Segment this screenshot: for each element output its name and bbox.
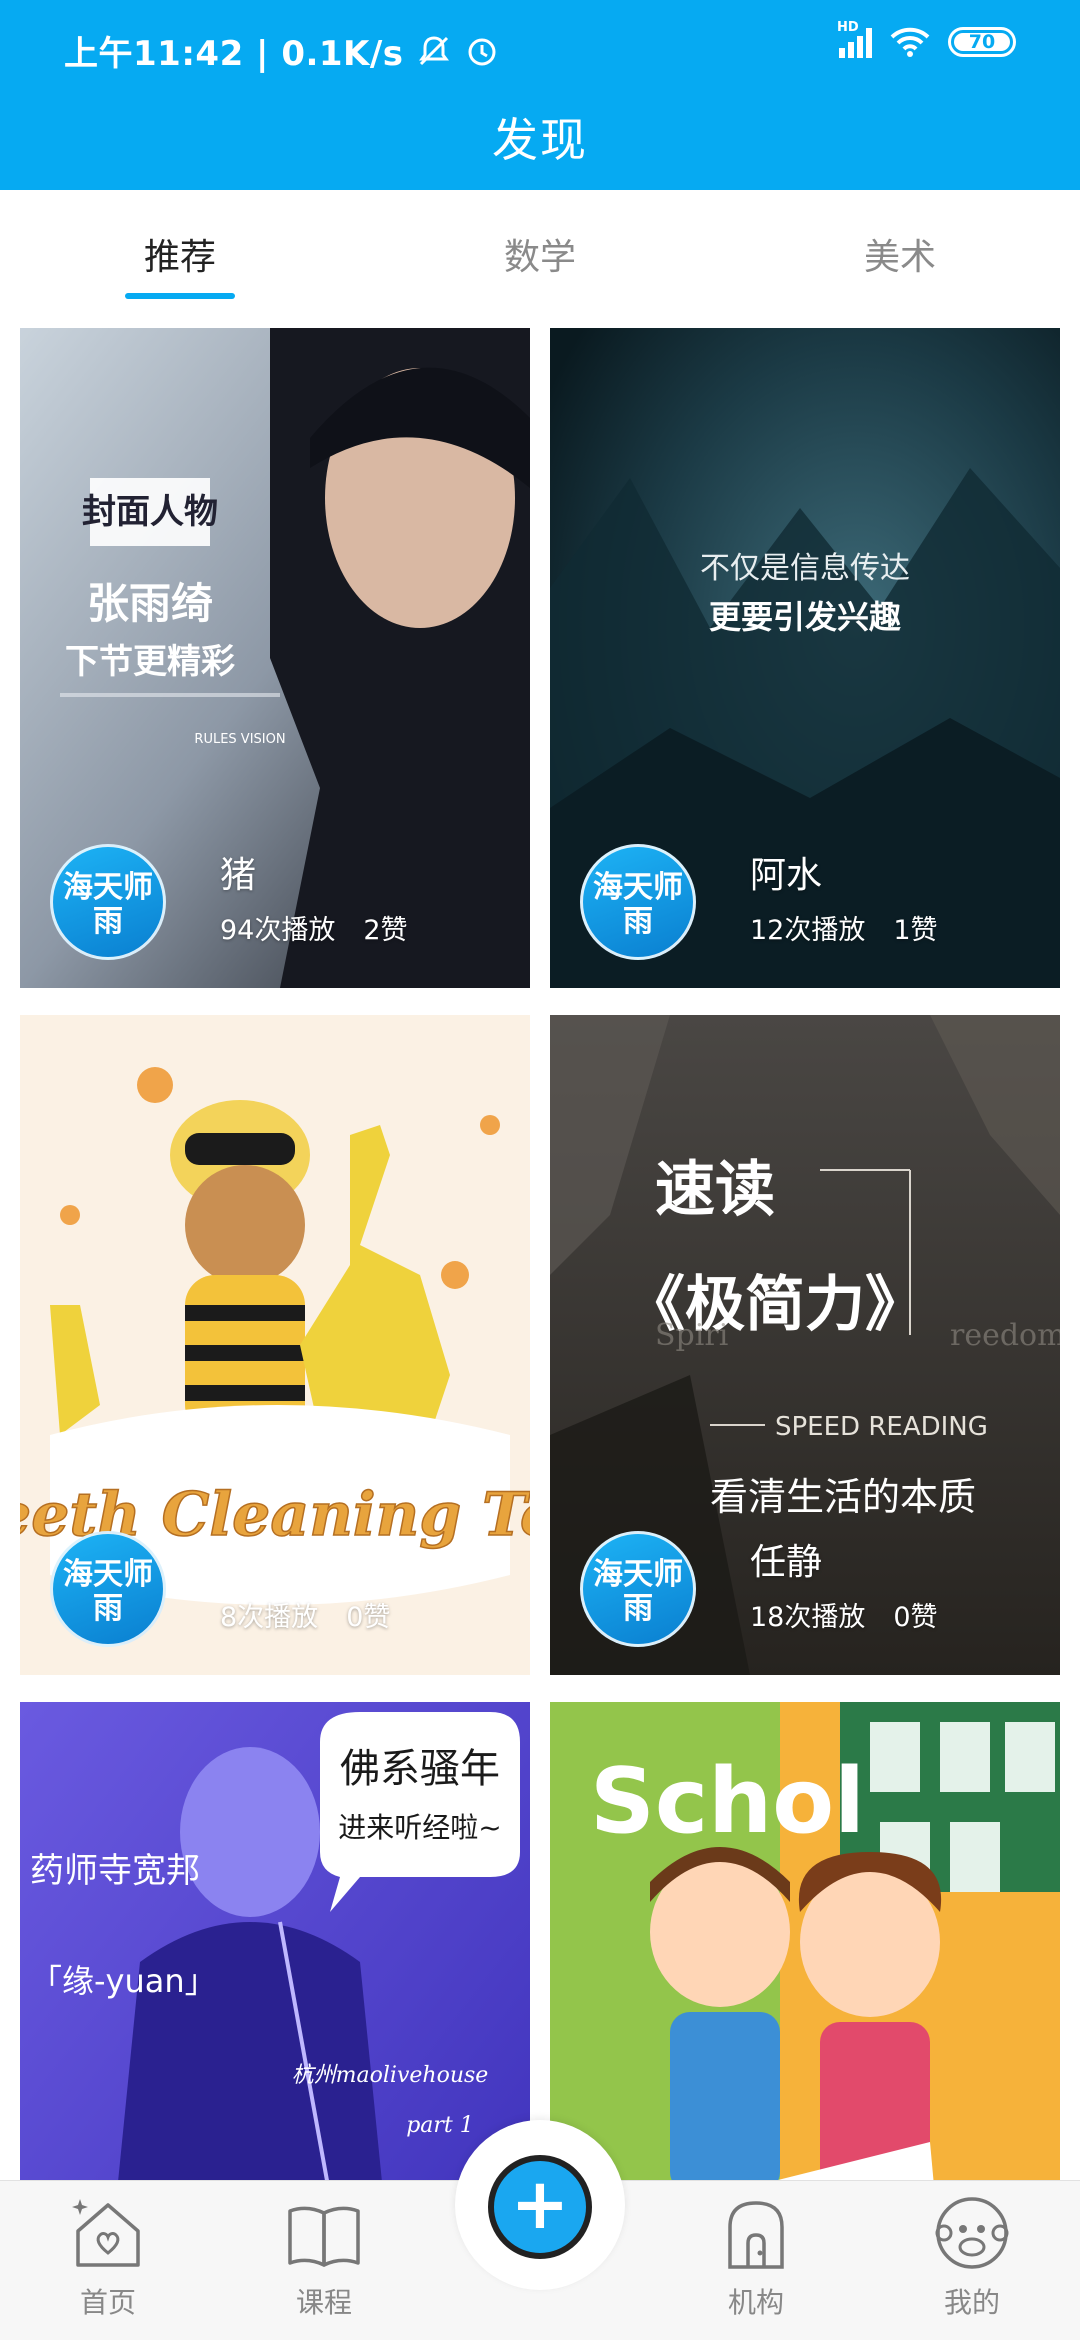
card-stats: 8次播放 0赞 [220, 1595, 390, 1634]
card-title: 阿水 [750, 855, 823, 896]
cover-venue-text: 杭州maolivehouse [292, 2063, 489, 2088]
cover-line1-text: 速读 [655, 1155, 775, 1225]
cover-part-text: part 1 [406, 2113, 474, 2138]
tab-art[interactable]: 美术 [750, 228, 1050, 280]
cover-bg-left-text: Spiri [655, 1318, 728, 1353]
nav-mine[interactable]: 我的 [892, 2191, 1052, 2321]
play-count: 18次播放 [750, 1602, 866, 1633]
cover-tagline-text: 下节更精彩 [65, 642, 235, 682]
hd-label: HD [837, 20, 859, 35]
play-count: 8次播放 [220, 1602, 319, 1633]
nav-label-courses: 课程 [295, 2286, 352, 2319]
create-button[interactable]: + [488, 2155, 592, 2259]
battery-level: 70 [968, 31, 996, 53]
cover-box-text: 封面人物 [82, 492, 218, 532]
video-card[interactable]: 不仅是信息传达 更要引发兴趣 海天师雨 阿水 12次播放 1赞 [550, 328, 1060, 988]
building-icon [728, 2201, 784, 2269]
nav-home[interactable]: 首页 [28, 2191, 188, 2321]
like-count: 2赞 [363, 915, 408, 946]
cover-name-text: 张雨绮 [87, 579, 213, 628]
cover-line2-text: 更要引发兴趣 [709, 598, 901, 636]
cover-word-text: Schol [590, 1749, 865, 1854]
battery-indicator: 70 [948, 27, 1016, 57]
home-icon [72, 2199, 140, 2267]
video-cover-image: 佛系骚年 进来听经啦~ 药师寺宽邦 「缘-yuan」 杭州maolivehous… [20, 1702, 530, 2180]
like-count: 1赞 [893, 915, 938, 946]
cover-line4-text: 看清生活的本质 [710, 1475, 976, 1519]
author-avatar[interactable]: 海天师雨 [580, 844, 696, 960]
video-card[interactable]: Schol [550, 1702, 1060, 2180]
video-card[interactable]: Teeth Cleaning Toy 海天师雨 8次播放 0赞 [20, 1015, 530, 1675]
cover-left1-text: 药师寺宽邦 [30, 1851, 200, 1891]
video-card[interactable]: 速读 《极简力》 Spiri reedom SPEED READING 看清生活… [550, 1015, 1060, 1675]
cover-bg-right-text: reedom [950, 1318, 1060, 1353]
card-meta: 海天师雨 任静 18次播放 0赞 [580, 1525, 1040, 1647]
card-stats: 18次播放 0赞 [750, 1595, 938, 1634]
top-app-bar: 上午11:42 | 0.1K/s HD 70 发现 [0, 0, 1080, 190]
card-meta: 海天师雨 8次播放 0赞 [50, 1525, 510, 1647]
author-avatar[interactable]: 海天师雨 [50, 1531, 166, 1647]
card-meta: 海天师雨 阿水 12次播放 1赞 [580, 838, 1040, 960]
mute-bell-icon [416, 33, 452, 69]
cover-left2-text: 「缘-yuan」 [30, 1962, 217, 2000]
card-stats: 12次播放 1赞 [750, 908, 938, 947]
cover-line3-text: SPEED READING [775, 1412, 988, 1442]
card-stats: 94次播放 2赞 [220, 908, 408, 947]
nav-label-institutions: 机构 [727, 2286, 784, 2319]
tab-math[interactable]: 数学 [390, 228, 690, 280]
monkey-avatar-icon [935, 2197, 1009, 2269]
play-count: 12次播放 [750, 915, 866, 946]
cover-bubble2-text: 进来听经啦~ [338, 1811, 501, 1844]
category-tabs: 推荐 数学 美术 [0, 190, 1080, 310]
status-time: 上午11:42 | 0.1K/s [64, 34, 404, 74]
nav-institutions[interactable]: 机构 [676, 2191, 836, 2321]
cover-bubble1-text: 佛系骚年 [340, 1746, 500, 1792]
author-avatar[interactable]: 海天师雨 [50, 844, 166, 960]
tab-recommend[interactable]: 推荐 [30, 228, 330, 280]
tab-indicator [125, 293, 235, 299]
plus-icon: + [510, 2163, 570, 2245]
play-count: 94次播放 [220, 915, 336, 946]
nav-courses[interactable]: 课程 [244, 2191, 404, 2321]
like-count: 0赞 [346, 1602, 391, 1633]
video-card[interactable]: 佛系骚年 进来听经啦~ 药师寺宽邦 「缘-yuan」 杭州maolivehous… [20, 1702, 530, 2180]
cover-credits-text: RULES VISION [194, 732, 285, 747]
card-meta: 海天师雨 猪 94次播放 2赞 [50, 838, 510, 960]
status-right: HD 70 [837, 20, 1016, 58]
video-cover-image: Schol [550, 1702, 1060, 2180]
nav-label-home: 首页 [79, 2286, 136, 2319]
like-count: 0赞 [893, 1602, 938, 1633]
page-title: 发现 [492, 113, 588, 167]
video-card[interactable]: 封面人物 张雨绮 下节更精彩 RULES VISION 海天师雨 猪 94次播放… [20, 328, 530, 988]
video-feed[interactable]: 封面人物 张雨绮 下节更精彩 RULES VISION 海天师雨 猪 94次播放… [0, 310, 1080, 2180]
book-icon [288, 2206, 360, 2267]
author-avatar[interactable]: 海天师雨 [580, 1531, 696, 1647]
cover-line1-text: 不仅是信息传达 [700, 551, 910, 586]
card-title: 猪 [220, 855, 257, 896]
alarm-icon [464, 33, 500, 69]
status-left: 上午11:42 | 0.1K/s [64, 26, 500, 75]
card-title: 任静 [750, 1542, 823, 1583]
status-bar: 上午11:42 | 0.1K/s HD 70 [0, 0, 1080, 100]
nav-label-mine: 我的 [943, 2286, 1000, 2319]
signal-icon: HD [837, 20, 872, 58]
wifi-icon [890, 26, 930, 58]
